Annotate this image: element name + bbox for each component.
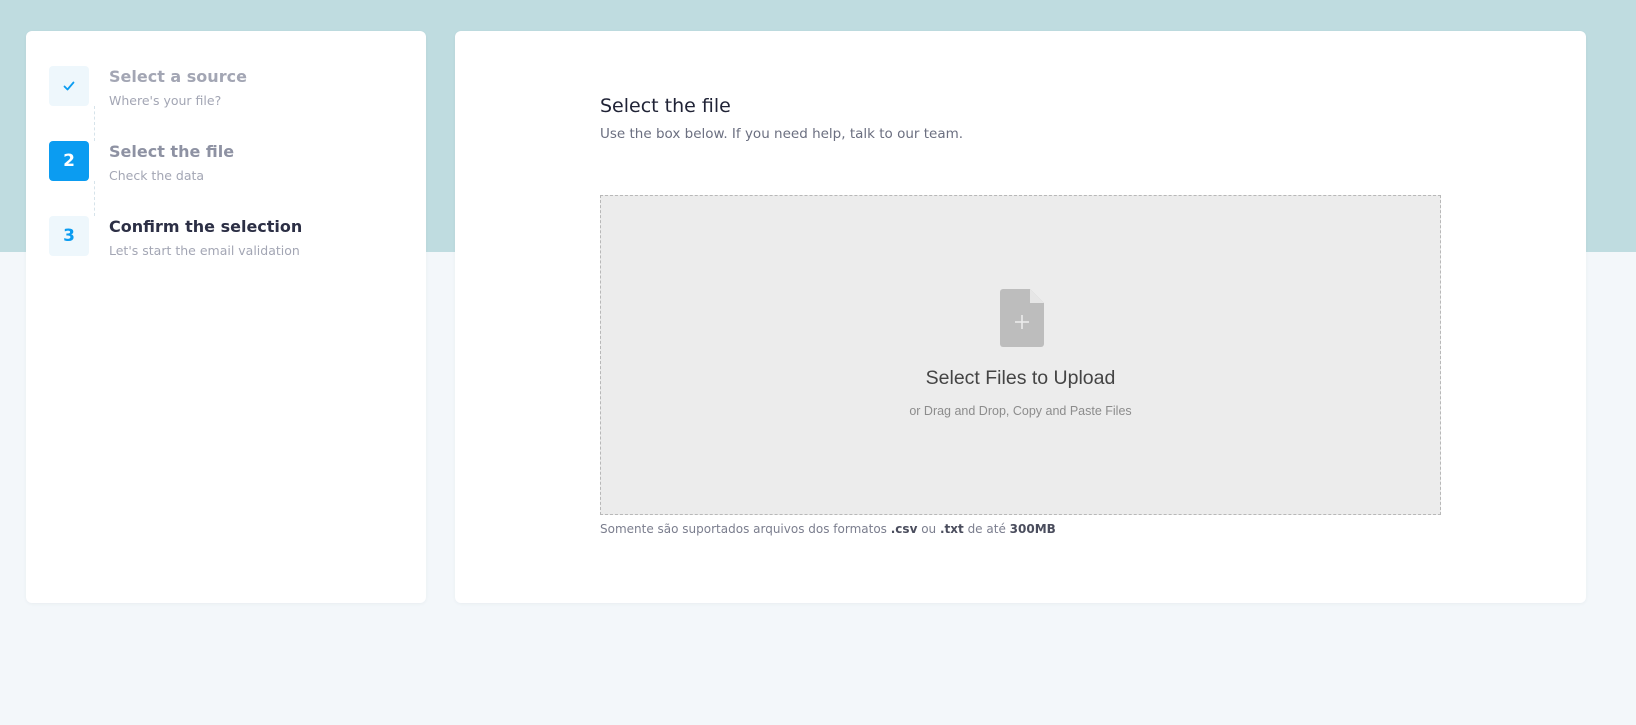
dropzone-title: Select Files to Upload [925, 367, 1116, 389]
step-subtitle: Where's your file? [109, 93, 222, 108]
step-confirm-selection[interactable]: 3 Confirm the selection Let's start the … [49, 216, 379, 260]
step-subtitle: Let's start the email validation [109, 243, 300, 258]
step-connector [94, 181, 95, 216]
step-subtitle: Check the data [109, 168, 205, 183]
file-plus-icon [1000, 289, 1044, 347]
step-text: Select a source Where's your file? [109, 66, 247, 109]
step-select-source[interactable]: Select a source Where's your file? [49, 66, 379, 110]
steps-panel [26, 31, 426, 603]
format-note: Somente são suportados arquivos dos form… [600, 522, 1056, 536]
check-icon [49, 66, 89, 106]
step-select-file[interactable]: 2 Select the file Check the data [49, 141, 379, 185]
page-subtitle: Use the box below. If you need help, tal… [600, 126, 964, 142]
step-text: Confirm the selection Let's start the em… [109, 216, 302, 259]
note-format-csv: .csv [890, 522, 918, 536]
step-text: Select the file Check the data [109, 141, 234, 184]
note-prefix: Somente são suportados arquivos dos form… [600, 522, 891, 536]
file-dropzone[interactable]: Select Files to Upload or Drag and Drop,… [600, 195, 1441, 515]
step-title: Select a source [109, 67, 247, 86]
check-icon-svg [63, 81, 75, 91]
note-size-limit: 300MB [1009, 522, 1056, 536]
page-title: Select the file [600, 95, 731, 117]
step-title: Select the file [109, 142, 235, 161]
step-connector [94, 106, 95, 141]
note-format-txt: .txt [939, 522, 964, 536]
dropzone-subtitle: or Drag and Drop, Copy and Paste Files [909, 404, 1132, 418]
step-title: Confirm the selection [109, 217, 303, 236]
note-middle: ou [917, 522, 940, 536]
step-number-badge: 3 [49, 216, 89, 256]
note-suffix: de até [963, 522, 1010, 536]
step-number-badge: 2 [49, 141, 89, 181]
